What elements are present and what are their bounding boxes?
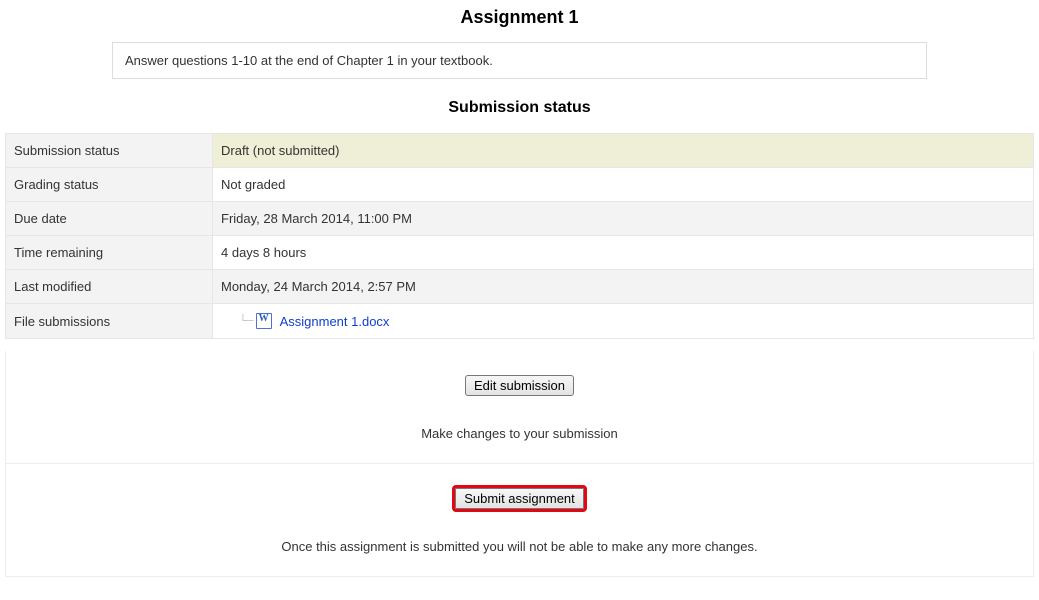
row-label-grading-status: Grading status <box>6 168 213 202</box>
edit-submission-button[interactable]: Edit submission <box>465 375 574 396</box>
row-label-time-remaining: Time remaining <box>6 236 213 270</box>
table-row: File submissions └─ Assignment 1.docx <box>6 304 1034 339</box>
file-link[interactable]: Assignment 1.docx <box>280 314 390 329</box>
row-value-due-date: Friday, 28 March 2014, 11:00 PM <box>213 202 1034 236</box>
table-row: Grading status Not graded <box>6 168 1034 202</box>
submit-assignment-block: Submit assignment Once this assignment i… <box>6 464 1033 576</box>
assignment-title: Assignment 1 <box>5 7 1034 28</box>
word-document-icon <box>256 313 272 329</box>
row-value-grading-status: Not graded <box>213 168 1034 202</box>
submission-status-heading: Submission status <box>5 99 1034 117</box>
row-value-time-remaining: 4 days 8 hours <box>213 236 1034 270</box>
table-row: Due date Friday, 28 March 2014, 11:00 PM <box>6 202 1034 236</box>
edit-submission-hint: Make changes to your submission <box>6 426 1033 441</box>
table-row: Last modified Monday, 24 March 2014, 2:5… <box>6 270 1034 304</box>
table-row: Submission status Draft (not submitted) <box>6 134 1034 168</box>
row-value-submission-status: Draft (not submitted) <box>213 134 1034 168</box>
row-value-last-modified: Monday, 24 March 2014, 2:57 PM <box>213 270 1034 304</box>
row-value-file-submissions: └─ Assignment 1.docx <box>213 304 1034 339</box>
row-label-submission-status: Submission status <box>6 134 213 168</box>
row-label-file-submissions: File submissions <box>6 304 213 339</box>
table-row: Time remaining 4 days 8 hours <box>6 236 1034 270</box>
edit-submission-block: Edit submission Make changes to your sub… <box>6 351 1033 464</box>
tree-connector-icon: └─ <box>239 315 253 327</box>
assignment-instructions: Answer questions 1-10 at the end of Chap… <box>112 42 927 79</box>
submission-status-table: Submission status Draft (not submitted) … <box>5 133 1034 339</box>
row-label-last-modified: Last modified <box>6 270 213 304</box>
submit-assignment-button[interactable]: Submit assignment <box>455 488 584 509</box>
actions-area: Edit submission Make changes to your sub… <box>5 351 1034 577</box>
row-label-due-date: Due date <box>6 202 213 236</box>
submit-assignment-hint: Once this assignment is submitted you wi… <box>6 539 1033 554</box>
